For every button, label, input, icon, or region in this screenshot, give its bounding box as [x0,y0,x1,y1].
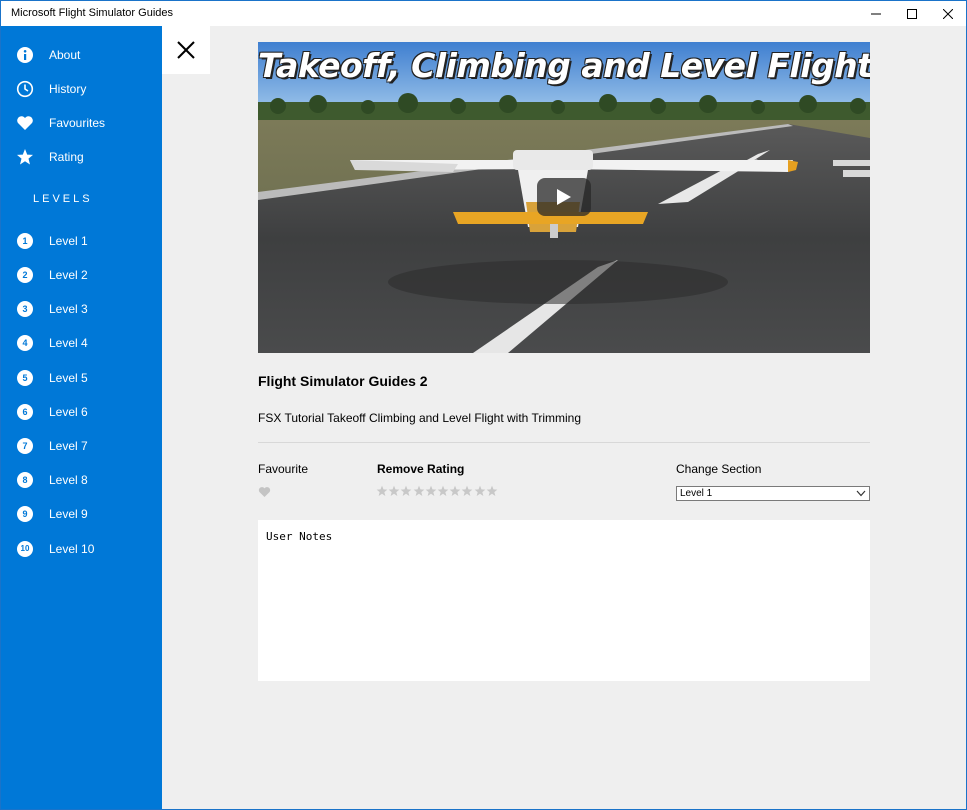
star-icon[interactable] [425,485,437,497]
user-notes-textarea[interactable]: User Notes [258,520,870,681]
favourite-toggle-heart-icon[interactable] [258,485,271,498]
section-select-value: Level 1 [680,488,713,499]
play-button[interactable] [537,178,591,216]
window-title: Microsoft Flight Simulator Guides [11,7,173,19]
star-icon[interactable] [413,485,425,497]
star-icon[interactable] [437,485,449,497]
star-icon[interactable] [486,485,498,497]
rating-stars[interactable] [376,485,498,497]
video-player[interactable]: Takeoff, Climbing and Level Flight [258,42,870,353]
close-icon [943,9,953,19]
close-window-button[interactable] [930,1,966,27]
title-bar: Microsoft Flight Simulator Guides [0,0,967,26]
play-icon [557,189,571,205]
chevron-down-icon [856,490,866,497]
star-icon[interactable] [400,485,412,497]
close-icon [177,41,195,59]
change-section-label: Change Section [676,462,762,476]
guide-description: FSX Tutorial Takeoff Climbing and Level … [258,411,582,425]
video-overlay-title: Takeoff, Climbing and Level Flight [258,46,870,85]
favourite-label: Favourite [258,462,309,476]
guide-title: Flight Simulator Guides 2 [258,373,428,389]
maximize-button[interactable] [894,1,930,27]
star-icon[interactable] [449,485,461,497]
star-icon[interactable] [376,485,388,497]
maximize-icon [907,9,917,19]
close-panel-button[interactable] [162,26,210,74]
divider [258,442,870,443]
section-select[interactable]: Level 1 [676,486,870,501]
star-icon[interactable] [474,485,486,497]
remove-rating-button[interactable]: Remove Rating [377,462,464,476]
minimize-icon [871,13,881,15]
user-notes-text: User Notes [266,530,333,543]
star-icon[interactable] [388,485,400,497]
star-icon[interactable] [461,485,473,497]
minimize-button[interactable] [858,1,894,27]
